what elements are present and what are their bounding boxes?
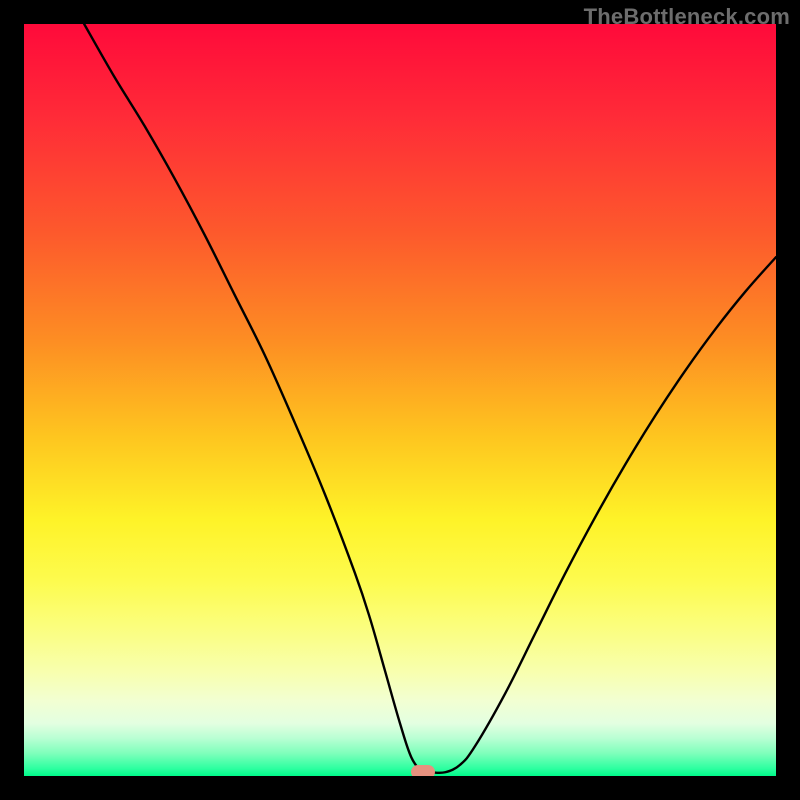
chart-stage: TheBottleneck.com [0,0,800,800]
optimal-marker [411,765,435,776]
bottleneck-curve [24,24,776,776]
plot-area [24,24,776,776]
